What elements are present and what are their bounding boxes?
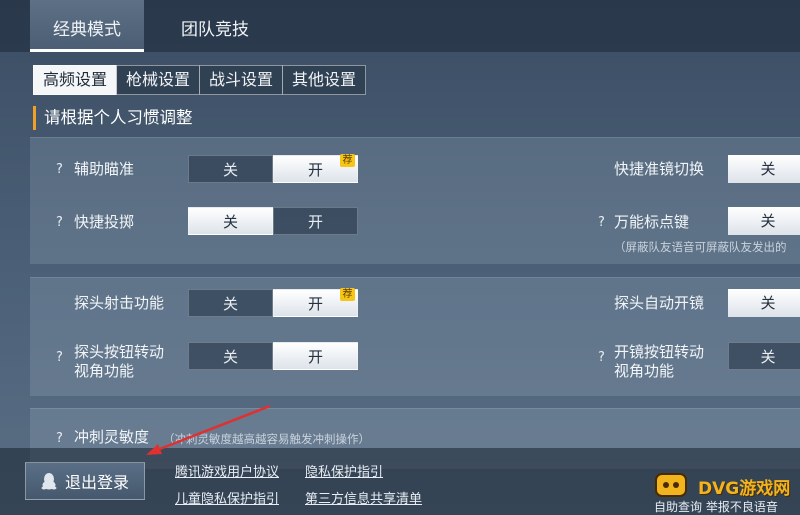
scope-button-rotate-label: 开镜按钮转动 视角功能 (614, 343, 704, 381)
quick-throw-on[interactable]: 开 (273, 207, 358, 235)
peek-button-rotate-on[interactable]: 开 (273, 342, 358, 370)
aim-assist-toggle: 关 开荐 (188, 154, 358, 183)
watermark-subtext: 自助查询 举报不良语音 (654, 500, 778, 514)
peek-fire-on-label: 开 (307, 295, 323, 313)
aim-assist-on-label: 开 (307, 161, 323, 179)
peek-auto-scope-label: 探头自动开镜 (614, 294, 705, 312)
scope-button-rotate-line1: 开镜按钮转动 (614, 343, 705, 361)
help-icon[interactable]: ? (56, 215, 63, 230)
peek-button-rotate-line1: 探头按钮转动 (74, 343, 165, 361)
help-icon[interactable]: ? (598, 350, 605, 365)
peek-fire-on[interactable]: 开荐 (273, 288, 358, 317)
watermark-brand: DVG游戏网 (698, 479, 791, 499)
universal-marker-label: 万能标点键 (614, 213, 690, 231)
sprint-sensitivity-label: 冲刺灵敏度 (74, 428, 150, 446)
help-icon[interactable]: ? (56, 162, 63, 177)
aim-assist-on[interactable]: 开荐 (273, 154, 358, 183)
penguin-icon (41, 473, 57, 490)
peek-button-rotate-label: 探头按钮转动 视角功能 (74, 343, 164, 381)
recommended-badge: 荐 (340, 154, 355, 167)
tab-other-settings[interactable]: 其他设置 (282, 65, 367, 95)
scope-button-rotate-line2: 视角功能 (614, 362, 675, 380)
universal-marker-off[interactable]: 关 (728, 207, 800, 235)
help-icon[interactable]: ? (56, 431, 63, 446)
watermark: DVG游戏网 自助查询 举报不良语音 (652, 468, 800, 514)
settings-sub-tabs: 高频设置 枪械设置 战斗设置 其他设置 (33, 65, 367, 95)
peek-button-rotate-toggle: 关 开 (188, 342, 358, 370)
tab-high-frequency[interactable]: 高频设置 (33, 65, 118, 95)
quick-scope-switch-label: 快捷准镜切换 (614, 160, 705, 178)
sprint-sensitivity-note: （冲刺灵敏度越高越容易触发冲刺操作） (163, 432, 370, 446)
mode-tab-bar: 经典模式 团队竞技 (0, 0, 800, 52)
quick-throw-off[interactable]: 关 (188, 207, 273, 235)
peek-button-rotate-off[interactable]: 关 (188, 342, 273, 370)
scope-button-rotate-off[interactable]: 关 (728, 342, 800, 370)
game-controller-icon (655, 473, 687, 497)
peek-auto-scope-off[interactable]: 关 (728, 289, 800, 317)
peek-fire-off[interactable]: 关 (188, 289, 273, 317)
tab-team-deathmatch[interactable]: 团队竞技 (160, 0, 270, 52)
peek-button-rotate-line2: 视角功能 (74, 362, 135, 380)
link-user-agreement[interactable]: 腾讯游戏用户协议 (175, 461, 279, 480)
help-icon[interactable]: ? (56, 350, 63, 365)
peek-fire-label: 探头射击功能 (74, 294, 165, 312)
quick-throw-toggle: 关 开 (188, 207, 358, 235)
tab-classic-mode[interactable]: 经典模式 (30, 0, 144, 52)
universal-marker-note: （屏蔽队友语音可屏蔽队友发出的 (614, 240, 787, 254)
section-heading: 请根据个人习惯调整 (33, 106, 193, 130)
quick-throw-label: 快捷投掷 (74, 213, 135, 231)
link-privacy-guide[interactable]: 隐私保护指引 (305, 461, 383, 480)
link-third-party-sharing[interactable]: 第三方信息共享清单 (305, 488, 422, 507)
aim-assist-off[interactable]: 关 (188, 155, 273, 183)
link-child-privacy[interactable]: 儿童隐私保护指引 (175, 488, 279, 507)
logout-button[interactable]: 退出登录 (25, 462, 145, 500)
help-icon[interactable]: ? (598, 215, 605, 230)
logout-label: 退出登录 (64, 473, 129, 492)
peek-fire-toggle: 关 开荐 (188, 288, 358, 317)
quick-scope-switch-off[interactable]: 关 (728, 155, 800, 183)
tab-gun-settings[interactable]: 枪械设置 (116, 65, 201, 95)
aim-assist-label: 辅助瞄准 (74, 160, 135, 178)
tab-combat-settings[interactable]: 战斗设置 (199, 65, 284, 95)
recommended-badge: 荐 (340, 288, 355, 301)
